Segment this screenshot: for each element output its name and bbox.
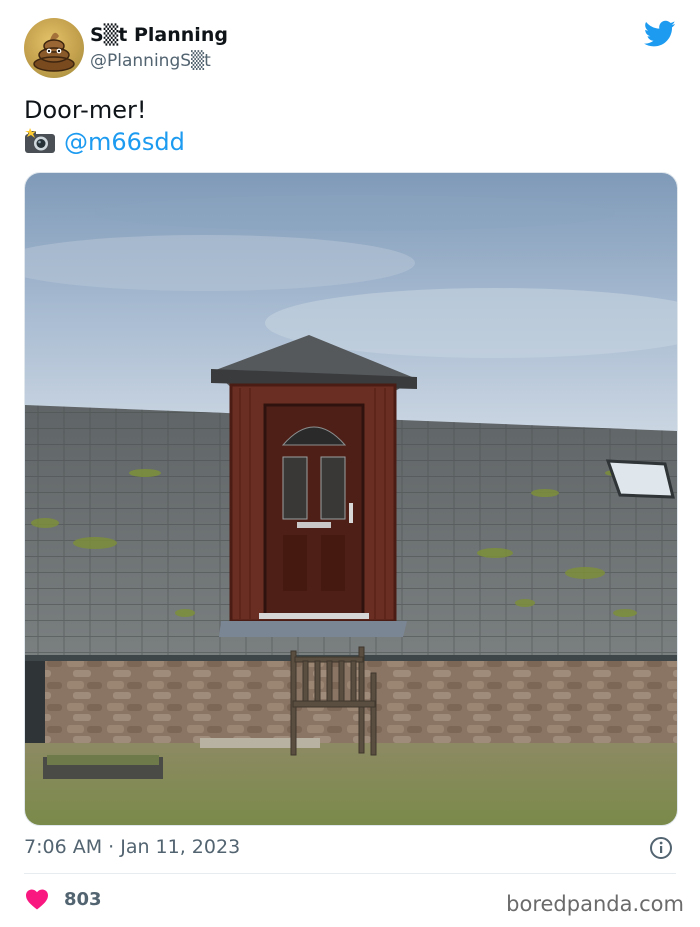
dormer-door-photo	[25, 173, 677, 825]
like-count[interactable]: 803	[64, 889, 102, 910]
info-icon[interactable]	[649, 836, 673, 860]
heart-icon[interactable]	[25, 888, 49, 910]
tweet-card: S▒t Planning @PlanningS▒t Door-mer! @m66…	[0, 0, 700, 927]
avatar[interactable]	[24, 18, 84, 78]
camera-flash-icon	[25, 128, 55, 153]
twitter-bird-icon[interactable]	[644, 20, 676, 48]
tweet-photo[interactable]	[24, 172, 678, 826]
photo-credit: @m66sdd	[24, 126, 185, 158]
user-handle[interactable]: @PlanningS▒t	[90, 51, 211, 71]
tweet-text: Door-mer!	[24, 96, 147, 124]
poop-icon	[33, 32, 75, 72]
mention-link[interactable]: @m66sdd	[64, 128, 185, 156]
watermark: boredpanda.com	[506, 892, 684, 916]
divider	[24, 873, 676, 874]
display-name[interactable]: S▒t Planning	[90, 24, 228, 46]
timestamp[interactable]: 7:06 AM · Jan 11, 2023	[24, 836, 240, 858]
